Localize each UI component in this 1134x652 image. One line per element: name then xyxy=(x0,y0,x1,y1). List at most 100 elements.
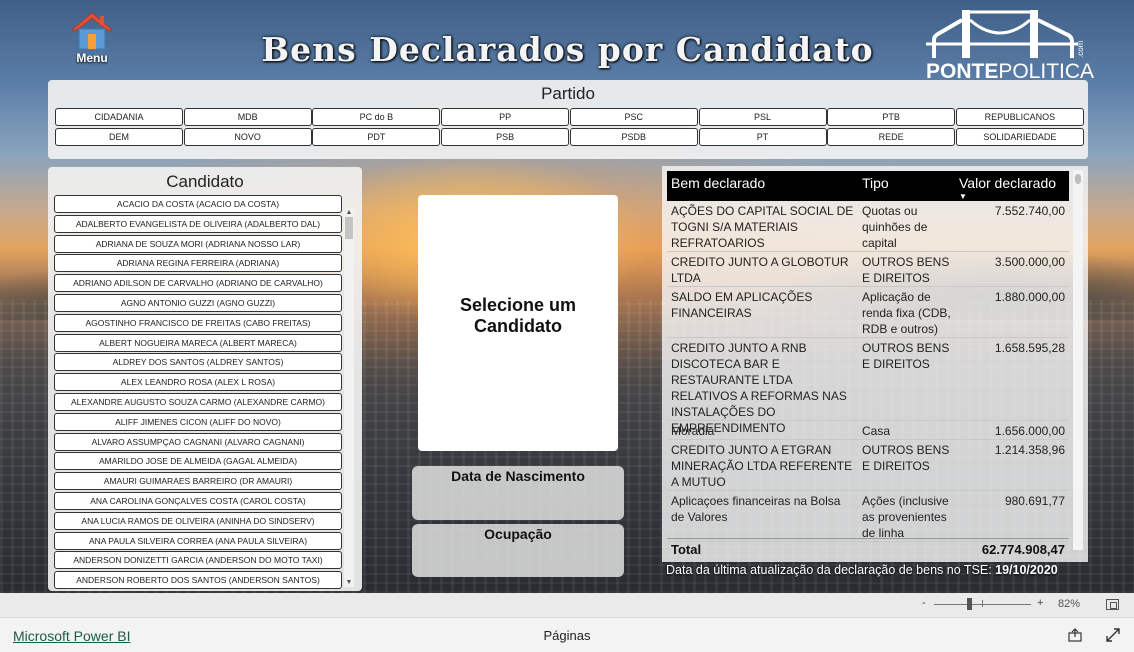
table-scrollbar[interactable] xyxy=(1073,170,1083,550)
candidato-item[interactable]: ANA LUCIA RAMOS DE OLIVEIRA (ANINHA DO S… xyxy=(54,511,342,530)
cell-tipo: Quotas ou quinhões de capital xyxy=(862,204,928,250)
candidato-item[interactable]: ANA CAROLINA GONÇALVES COSTA (CAROL COST… xyxy=(54,492,342,510)
candidato-item[interactable]: AGOSTINHO FRANCISCO DE FREITAS (CABO FRE… xyxy=(54,313,342,332)
select-message-line2: Candidato xyxy=(474,316,562,336)
cell-valor: 7.552.740,00 xyxy=(994,204,1065,218)
partido-button[interactable]: NOVO xyxy=(183,128,312,146)
share-icon[interactable] xyxy=(1067,627,1083,643)
bridge-logo-icon xyxy=(926,10,1078,58)
candidato-item[interactable]: ADRIANA REGINA FERREIRA (ADRIANA) xyxy=(54,254,342,273)
fit-page-icon[interactable] xyxy=(1106,599,1119,610)
column-header-tipo[interactable]: Tipo xyxy=(862,175,889,191)
scroll-thumb[interactable] xyxy=(345,217,353,239)
cell-valor: 3.500.000,00 xyxy=(994,255,1065,269)
partido-button[interactable]: PSL xyxy=(698,108,827,126)
table-header: Bem declarado Tipo Valor declarado ▼ xyxy=(667,171,1069,201)
house-icon xyxy=(70,12,114,50)
candidato-item[interactable]: ADALBERTO EVANGELISTA DE OLIVEIRA (ADALB… xyxy=(54,214,342,233)
zoom-in-button[interactable]: + xyxy=(1037,597,1043,609)
partido-button[interactable]: MDB xyxy=(183,108,312,126)
table-row[interactable]: SALDO EM APLICAÇÕES FINANCEIRAS Aplicação… xyxy=(667,287,1069,338)
last-update-note: Data da última atualização da declaração… xyxy=(666,563,1096,577)
candidato-scrollbar[interactable]: ▲ ▼ xyxy=(344,209,354,587)
pontepolitica-logo: PONTEPOLITICA .com xyxy=(922,6,1094,83)
candidato-item[interactable]: ANDERSON DONIZETTI GARCIA (ANDERSON DO M… xyxy=(54,551,342,570)
candidato-item[interactable]: ALEX LEANDRO ROSA (ALEX L ROSA) xyxy=(54,373,342,392)
candidato-item[interactable]: ADRIANO ADILSON DE CARVALHO (ADRIANO DE … xyxy=(54,274,342,293)
logo-suffix: .com xyxy=(1076,40,1085,58)
candidato-item[interactable]: ALVARO ASSUMPÇAO CAGNANI (ALVARO CAGNANI… xyxy=(54,432,342,451)
zoom-slider-center-tick xyxy=(982,600,983,607)
page-title: Bens Declarados por Candidato xyxy=(261,30,874,69)
cell-tipo: OUTROS BENS E DIREITOS xyxy=(862,443,950,473)
cell-tipo: Aplicação de renda fixa (CDB, RDB e outr… xyxy=(862,290,951,336)
footer-bar: Microsoft Power BI Páginas xyxy=(0,617,1134,652)
partido-button[interactable]: PSB xyxy=(441,128,570,146)
table-row[interactable]: CREDITO JUNTO A GLOBOTUR LTDA OUTROS BENS… xyxy=(667,252,1069,287)
birth-date-card: Data de Nascimento xyxy=(412,466,624,520)
partido-button[interactable]: REDE xyxy=(827,128,956,146)
report-canvas: Menu Bens Declarados por Candidato PONTE… xyxy=(0,0,1134,593)
table-scroll-thumb[interactable] xyxy=(1075,174,1081,184)
cell-tipo: Casa xyxy=(862,424,891,438)
candidato-item[interactable]: ANDERSON ROBERTO DOS SANTOS (ANDERSON SA… xyxy=(54,571,342,589)
partido-button[interactable]: PDT xyxy=(312,128,441,146)
last-update-date: 19/10/2020 xyxy=(995,563,1058,577)
cell-tipo: OUTROS BENS E DIREITOS xyxy=(862,341,950,371)
candidato-item[interactable]: ALDREY DOS SANTOS (ALDREY SANTOS) xyxy=(54,353,342,372)
partido-button[interactable]: PSDB xyxy=(569,128,698,146)
zoom-out-button[interactable]: - xyxy=(922,597,926,609)
candidato-item[interactable]: ALBERT NOGUEIRA MARECA (ALBERT MARECA) xyxy=(54,333,342,352)
candidato-item[interactable]: AGNO ANTONIO GUZZI (AGNO GUZZI) xyxy=(54,294,342,312)
partido-button[interactable]: PP xyxy=(441,108,570,126)
cell-bem: AÇÕES DO CAPITAL SOCIAL DE TOGNI S/A MAT… xyxy=(671,204,854,250)
table-row[interactable]: CREDITO JUNTO A ETGRAN MINERAÇÃO LTDA RE… xyxy=(667,440,1069,491)
partido-button[interactable]: PT xyxy=(698,128,827,146)
table-row[interactable]: Moradia Casa 1.656.000,00 xyxy=(667,421,1069,440)
partido-button[interactable]: DEM xyxy=(55,128,183,146)
partido-button[interactable]: PC do B xyxy=(312,108,441,126)
cell-valor: 980.691,77 xyxy=(1004,494,1065,508)
scroll-up-icon[interactable]: ▲ xyxy=(345,209,353,217)
candidato-item[interactable]: ANA PAULA SILVEIRA CORREA (ANA PAULA SIL… xyxy=(54,531,342,550)
zoom-bar: - + 82% xyxy=(0,593,1134,617)
table-row[interactable]: AÇÕES DO CAPITAL SOCIAL DE TOGNI S/A MAT… xyxy=(667,201,1069,252)
occupation-card: Ocupação xyxy=(412,524,624,577)
partido-button[interactable]: REPUBLICANOS xyxy=(955,108,1084,126)
cell-bem: Aplicaçoes financeiras na Bolsa de Valor… xyxy=(671,494,841,524)
select-candidate-message: Selecione um Candidato xyxy=(418,295,618,337)
scroll-down-icon[interactable]: ▼ xyxy=(345,579,353,587)
candidato-item[interactable]: ALIFF JIMENES CICON (ALIFF DO NOVO) xyxy=(54,412,342,431)
menu-button[interactable]: Menu xyxy=(66,10,118,65)
menu-label: Menu xyxy=(76,51,108,65)
partido-button[interactable]: SOLIDARIEDADE xyxy=(955,128,1084,146)
partido-button[interactable]: PSC xyxy=(569,108,698,126)
partido-button[interactable]: CIDADANIA xyxy=(55,108,183,126)
pages-button[interactable]: Páginas xyxy=(544,628,591,643)
total-label: Total xyxy=(671,542,702,557)
candidate-photo-card: Selecione um Candidato xyxy=(418,195,618,451)
table-row[interactable]: CREDITO JUNTO A RNB DISCOTECA BAR E REST… xyxy=(667,338,1069,435)
select-message-line1: Selecione um xyxy=(459,295,577,315)
table-row[interactable]: Aplicaçoes financeiras na Bolsa de Valor… xyxy=(667,491,1069,542)
partido-button[interactable]: PTB xyxy=(827,108,956,126)
candidato-item[interactable]: AMARILDO JOSE DE ALMEIDA (GAGAL ALMEIDA) xyxy=(54,452,342,471)
zoom-slider-handle[interactable] xyxy=(967,598,972,610)
birth-date-title: Data de Nascimento xyxy=(451,468,585,484)
cell-bem: Moradia xyxy=(671,424,715,438)
expand-icon[interactable] xyxy=(1105,627,1121,643)
candidato-item[interactable]: ALEXANDRE AUGUSTO SOUZA CARMO (ALEXANDRE… xyxy=(54,393,342,411)
sort-desc-icon[interactable]: ▼ xyxy=(959,192,967,201)
cell-tipo: OUTROS BENS E DIREITOS xyxy=(862,255,950,285)
column-header-valor[interactable]: Valor declarado xyxy=(959,175,1056,191)
partido-title: Partido xyxy=(541,84,595,103)
candidato-item[interactable]: ACACIO DA COSTA (ACACIO DA COSTA) xyxy=(54,195,342,213)
column-header-bem[interactable]: Bem declarado xyxy=(671,175,765,191)
candidato-item[interactable]: ADRIANA DE SOUZA MORI (ADRIANA NOSSO LAR… xyxy=(54,234,342,253)
cell-valor: 1.658.595,28 xyxy=(994,341,1065,355)
cell-bem: SALDO EM APLICAÇÕES FINANCEIRAS xyxy=(671,290,813,320)
power-bi-link[interactable]: Microsoft Power BI xyxy=(13,628,130,644)
candidato-list: ACACIO DA COSTA (ACACIO DA COSTA) ADALBER… xyxy=(54,195,342,589)
cell-valor: 1.880.000,00 xyxy=(994,290,1065,304)
candidato-item[interactable]: AMAURI GUIMARAES BARREIRO (DR AMAURI) xyxy=(54,472,342,491)
